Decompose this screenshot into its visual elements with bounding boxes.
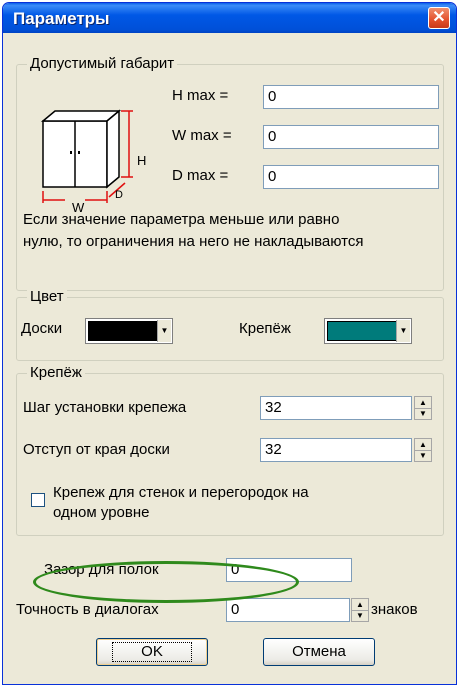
offset-input[interactable]: 32 [260,438,412,462]
dimensions-legend: Допустимый габарит [27,55,178,72]
spin-down-icon[interactable]: ▼ [415,408,431,419]
fasteners-legend: Крепёж [27,364,85,381]
dimensions-note-line1: Если значение параметра меньше или равно [23,211,340,228]
fasteners-color-fill [327,321,397,341]
boards-color-label: Доски [21,320,63,337]
boards-color-fill [88,321,158,341]
cabinet-h-label: H [137,153,147,168]
dimensions-note-line2: нулю, то ограничения на него не накладыв… [23,233,364,250]
cabinet-d-label: D [115,189,123,201]
chevron-down-icon[interactable]: ▼ [157,320,171,342]
step-spinner[interactable]: ▲ ▼ [414,396,432,420]
step-label: Шаг установки крепежа [23,399,187,416]
highlight-ellipse [33,561,299,603]
fasteners-color-picker[interactable]: ▼ [324,318,412,344]
title-bar[interactable]: Параметры ✕ [3,3,456,33]
color-legend: Цвет [27,288,67,305]
color-group: Цвет Доски ▼ Крепёж ▼ [16,288,444,361]
spin-down-icon[interactable]: ▼ [415,450,431,461]
dialog-body: Допустимый габарит H W D H max = 0 W max… [8,33,451,679]
h-max-input[interactable]: 0 [263,85,439,109]
close-button[interactable]: ✕ [428,7,450,29]
chevron-down-icon[interactable]: ▼ [396,320,410,342]
precision-input[interactable]: 0 [226,598,350,622]
same-level-label-line2: одном уровне [53,504,150,521]
d-max-label: D max = [172,167,229,184]
dimensions-group: Допустимый габарит H W D H max = 0 W max… [16,55,444,291]
offset-label: Отступ от края доски [23,441,170,458]
precision-label: Точность в диалогах [16,601,159,618]
fasteners-group: Крепёж Шаг установки крепежа 32 ▲ ▼ Отст… [16,364,444,536]
precision-unit: знаков [371,601,418,618]
same-level-label-line1: Крепеж для стенок и перегородок на [53,484,309,501]
precision-spinner[interactable]: ▲ ▼ [351,598,369,622]
ok-button-label: OK [112,642,192,662]
same-level-checkbox[interactable] [31,493,45,507]
window-title: Параметры [13,9,110,28]
step-input[interactable]: 32 [260,396,412,420]
offset-spinner[interactable]: ▲ ▼ [414,438,432,462]
w-max-label: W max = [172,127,232,144]
spin-down-icon[interactable]: ▼ [352,610,368,621]
d-max-input[interactable]: 0 [263,165,439,189]
ok-button[interactable]: OK [96,638,208,666]
boards-color-picker[interactable]: ▼ [85,318,173,344]
h-max-label: H max = [172,87,229,104]
fasteners-color-label: Крепёж [239,320,291,337]
cancel-button[interactable]: Отмена [263,638,375,666]
w-max-input[interactable]: 0 [263,125,439,149]
parameters-dialog: Параметры ✕ Допустимый габарит H W D H m… [2,2,457,685]
